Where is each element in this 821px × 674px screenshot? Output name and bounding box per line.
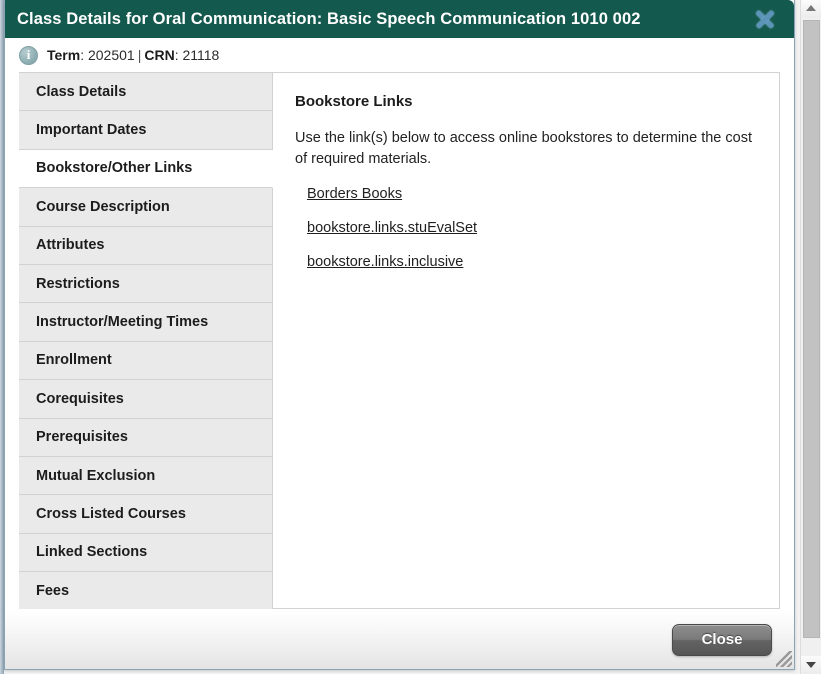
term-label: Term xyxy=(47,47,81,63)
sidebar-item-corequisites[interactable]: Corequisites xyxy=(19,380,273,419)
crn-value: 21118 xyxy=(182,47,220,63)
sidebar-item-attributes[interactable]: Attributes xyxy=(19,226,273,265)
sidebar-item-mutual-exclusion[interactable]: Mutual Exclusion xyxy=(19,456,273,496)
sidebar-item-cross-listed-courses[interactable]: Cross Listed Courses xyxy=(19,495,273,534)
term-crn-text: Term: 202501 | CRN: 21118 xyxy=(47,47,219,63)
sidebar-item-important-dates[interactable]: Important Dates xyxy=(19,111,273,150)
dialog-titlebar: Class Details for Oral Communication: Ba… xyxy=(5,0,794,38)
scrollbar-thumb[interactable] xyxy=(803,20,820,638)
sidebar-item-fees[interactable]: Fees xyxy=(19,572,273,611)
sidebar-item-prerequisites[interactable]: Prerequisites xyxy=(19,418,273,457)
class-details-dialog: Class Details for Oral Communication: Ba… xyxy=(4,0,795,670)
sidebar-item-enrollment[interactable]: Enrollment xyxy=(19,341,273,381)
scroll-down-arrow-icon[interactable] xyxy=(801,656,821,674)
sidebar-item-bookstore-other-links[interactable]: Bookstore/Other Links xyxy=(19,149,273,189)
bookstore-link-stuevalset[interactable]: bookstore.links.stuEvalSet xyxy=(307,220,477,236)
sidebar-item-course-description[interactable]: Course Description xyxy=(19,188,273,227)
bookstore-links-list: Borders Books bookstore.links.stuEvalSet… xyxy=(295,185,757,271)
content-intro-text: Use the link(s) below to access online b… xyxy=(295,130,752,167)
close-button[interactable]: Close xyxy=(672,623,772,656)
page-root: Class Details for Oral Communication: Ba… xyxy=(0,0,821,674)
info-icon xyxy=(19,45,38,65)
list-item: Borders Books xyxy=(307,185,757,203)
list-item: bookstore.links.stuEvalSet xyxy=(307,219,757,237)
list-item: bookstore.links.inclusive xyxy=(307,253,757,271)
term-crn-info-row: Term: 202501|CRN: 21118 xyxy=(5,38,794,72)
term-value: 202501 xyxy=(87,47,135,63)
page-scrollbar[interactable] xyxy=(800,0,821,674)
dialog-body: Class Details Important Dates Bookstore/… xyxy=(5,72,794,611)
dialog-footer: Close xyxy=(5,609,794,669)
content-heading: Bookstore Links xyxy=(295,93,413,110)
section-tab-list: Class Details Important Dates Bookstore/… xyxy=(19,72,273,611)
bookstore-link-borders-books[interactable]: Borders Books xyxy=(307,186,402,202)
close-icon[interactable] xyxy=(752,6,778,32)
resize-grip-icon[interactable] xyxy=(776,651,792,667)
crn-label: CRN xyxy=(144,47,175,63)
term-colon: : xyxy=(80,47,88,63)
sidebar-item-instructor-meeting-times[interactable]: Instructor/Meeting Times xyxy=(19,303,273,342)
sidebar-item-restrictions[interactable]: Restrictions xyxy=(19,264,273,304)
sidebar-item-class-details[interactable]: Class Details xyxy=(19,73,273,112)
bookstore-link-inclusive[interactable]: bookstore.links.inclusive xyxy=(307,254,463,270)
sidebar-item-linked-sections[interactable]: Linked Sections xyxy=(19,533,273,573)
dialog-title: Class Details for Oral Communication: Ba… xyxy=(17,9,641,28)
info-separator: | xyxy=(137,47,142,63)
scroll-up-arrow-icon[interactable] xyxy=(801,0,821,18)
content-panel: Bookstore Links Use the link(s) below to… xyxy=(273,72,780,609)
